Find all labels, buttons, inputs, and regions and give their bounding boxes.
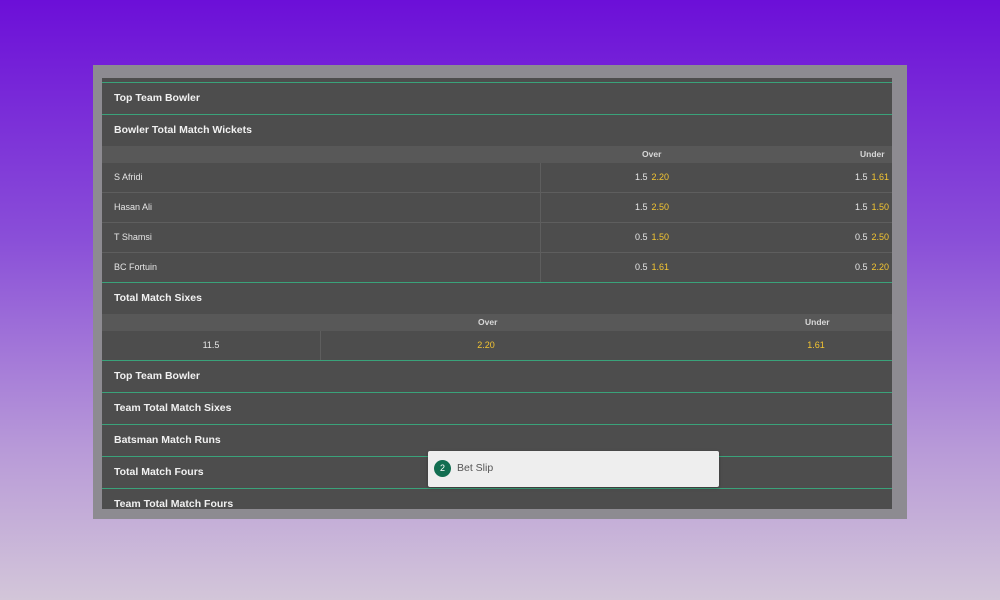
under-odds-button[interactable]: 0.5 2.50 <box>855 232 889 242</box>
column-divider <box>540 193 541 222</box>
bet-slip-label: Bet Slip <box>457 462 494 474</box>
wickets-row-t-shamsi: T Shamsi 0.5 1.50 0.5 2.50 <box>102 223 892 253</box>
under-line: 0.5 <box>854 232 868 242</box>
under-line: 0.5 <box>854 262 868 272</box>
markets-panel: Top Team Bowler Bowler Total Match Wicke… <box>102 78 892 509</box>
over-price: 2.50 <box>651 202 669 212</box>
wickets-column-header: Over Under <box>102 146 892 163</box>
sixes-line: 11.5 <box>102 331 321 360</box>
wickets-row-s-afridi: S Afridi 1.5 2.20 1.5 1.61 <box>102 163 892 193</box>
section-team-total-match-sixes[interactable]: Team Total Match Sixes <box>102 393 892 425</box>
section-top-team-bowler[interactable]: Top Team Bowler <box>102 83 892 115</box>
over-line: 0.5 <box>634 232 648 242</box>
player-name: BC Fortuin <box>114 262 158 272</box>
under-odds-button[interactable]: 0.5 2.20 <box>855 262 889 272</box>
sixes-col-under: Under <box>805 317 830 327</box>
under-odds-button[interactable]: 1.5 1.50 <box>855 202 889 212</box>
under-price: 1.50 <box>871 202 889 212</box>
under-odds-button[interactable]: 1.5 1.61 <box>855 172 889 182</box>
sixes-col-over: Over <box>478 317 498 327</box>
section-team-total-match-fours[interactable]: Team Total Match Fours <box>102 489 892 509</box>
over-line: 1.5 <box>634 172 648 182</box>
sixes-over-price-button[interactable]: 2.20 <box>321 331 651 360</box>
column-divider <box>540 163 541 192</box>
under-price: 2.50 <box>871 232 889 242</box>
over-price: 2.20 <box>651 172 669 182</box>
bet-slip-bar[interactable]: 2 Bet Slip <box>428 451 719 487</box>
section-total-match-sixes[interactable]: Total Match Sixes <box>102 283 892 314</box>
sixes-column-header: Over Under <box>102 314 892 331</box>
under-line: 1.5 <box>854 172 868 182</box>
column-divider <box>540 223 541 252</box>
over-odds-button[interactable]: 1.5 2.20 <box>635 172 669 182</box>
bet-slip-count-badge: 2 <box>434 460 451 477</box>
wickets-col-over: Over <box>642 149 662 159</box>
under-price: 1.61 <box>871 172 889 182</box>
over-price: 1.61 <box>651 262 669 272</box>
column-divider <box>540 253 541 282</box>
over-odds-button[interactable]: 0.5 1.61 <box>635 262 669 272</box>
player-name: S Afridi <box>114 172 143 182</box>
sixes-under-price-button[interactable]: 1.61 <box>651 331 892 360</box>
player-name: Hasan Ali <box>114 202 153 212</box>
over-line: 0.5 <box>634 262 648 272</box>
section-top-team-bowler-2[interactable]: Top Team Bowler <box>102 361 892 393</box>
over-line: 1.5 <box>634 202 648 212</box>
section-bowler-total-match-wickets[interactable]: Bowler Total Match Wickets <box>102 115 892 146</box>
sixes-row: 11.5 2.20 1.61 <box>102 331 892 361</box>
over-odds-button[interactable]: 0.5 1.50 <box>635 232 669 242</box>
over-price: 1.50 <box>651 232 669 242</box>
wickets-row-bc-fortuin: BC Fortuin 0.5 1.61 0.5 2.20 <box>102 253 892 283</box>
wickets-col-under: Under <box>860 149 885 159</box>
under-price: 2.20 <box>871 262 889 272</box>
wickets-row-hasan-ali: Hasan Ali 1.5 2.50 1.5 1.50 <box>102 193 892 223</box>
under-line: 1.5 <box>854 202 868 212</box>
over-odds-button[interactable]: 1.5 2.50 <box>635 202 669 212</box>
player-name: T Shamsi <box>114 232 152 242</box>
